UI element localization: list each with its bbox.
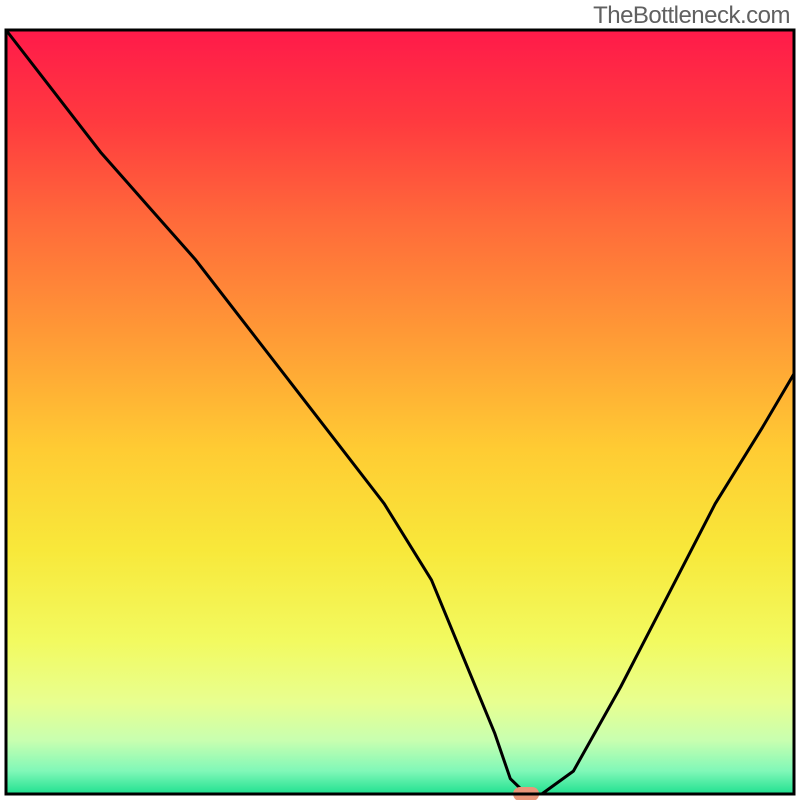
chart-canvas [0,0,800,800]
watermark-text: TheBottleneck.com [593,2,790,30]
heat-gradient-background [6,30,794,794]
bottleneck-chart: TheBottleneck.com [0,0,800,800]
